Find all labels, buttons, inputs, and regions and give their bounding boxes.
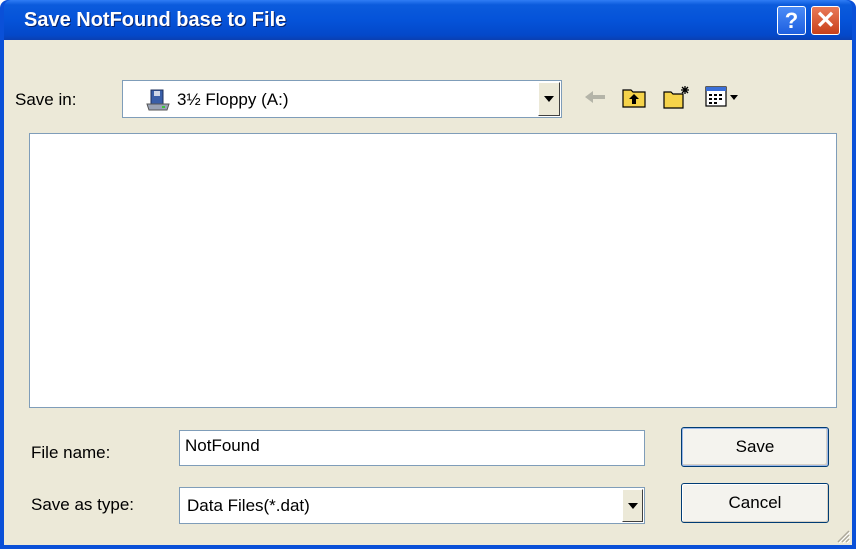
close-icon: ✕	[815, 7, 836, 34]
save-in-label: Save in:	[15, 90, 77, 109]
save-as-type-dropdown[interactable]: Data Files(*.dat)	[179, 487, 645, 524]
back-arrow-icon	[585, 91, 605, 103]
dialog-client-area: Save in: 3½ Floppy (A:) File name: NotFo…	[4, 40, 852, 545]
save-button[interactable]: Save	[681, 427, 829, 467]
save-in-value: 3½ Floppy (A:)	[177, 90, 289, 109]
file-list-view[interactable]	[29, 133, 837, 408]
close-button[interactable]: ✕	[811, 6, 840, 35]
file-name-label: File name:	[31, 443, 111, 462]
save-as-type-dropdown-arrow[interactable]	[622, 489, 643, 522]
save-as-type-label: Save as type:	[31, 495, 135, 514]
cancel-button-label: Cancel	[728, 493, 782, 512]
chevron-down-icon	[544, 96, 554, 102]
help-button[interactable]: ?	[777, 6, 806, 35]
save-in-dropdown-arrow[interactable]	[538, 82, 560, 116]
cancel-button[interactable]: Cancel	[681, 483, 829, 523]
view-menu-button[interactable]	[704, 86, 742, 108]
save-in-dropdown[interactable]: 3½ Floppy (A:)	[122, 80, 562, 118]
up-one-level-button[interactable]	[620, 86, 648, 108]
up-folder-icon	[622, 89, 646, 108]
file-name-value: NotFound	[185, 436, 260, 455]
window-title: Save NotFound base to File	[24, 9, 287, 31]
help-icon: ?	[784, 7, 799, 33]
resize-grip-icon[interactable]	[836, 529, 850, 543]
title-bar[interactable]: Save NotFound base to File ? ✕	[4, 0, 852, 40]
floppy-drive-icon	[145, 89, 171, 116]
save-button-label: Save	[735, 437, 775, 456]
create-new-folder-button[interactable]	[662, 86, 692, 109]
new-folder-icon	[663, 86, 689, 109]
back-button[interactable]	[582, 86, 608, 108]
views-menu-icon	[705, 86, 738, 107]
save-as-type-value: Data Files(*.dat)	[187, 496, 310, 515]
file-name-input[interactable]: NotFound	[179, 430, 645, 466]
chevron-down-icon	[627, 502, 638, 509]
